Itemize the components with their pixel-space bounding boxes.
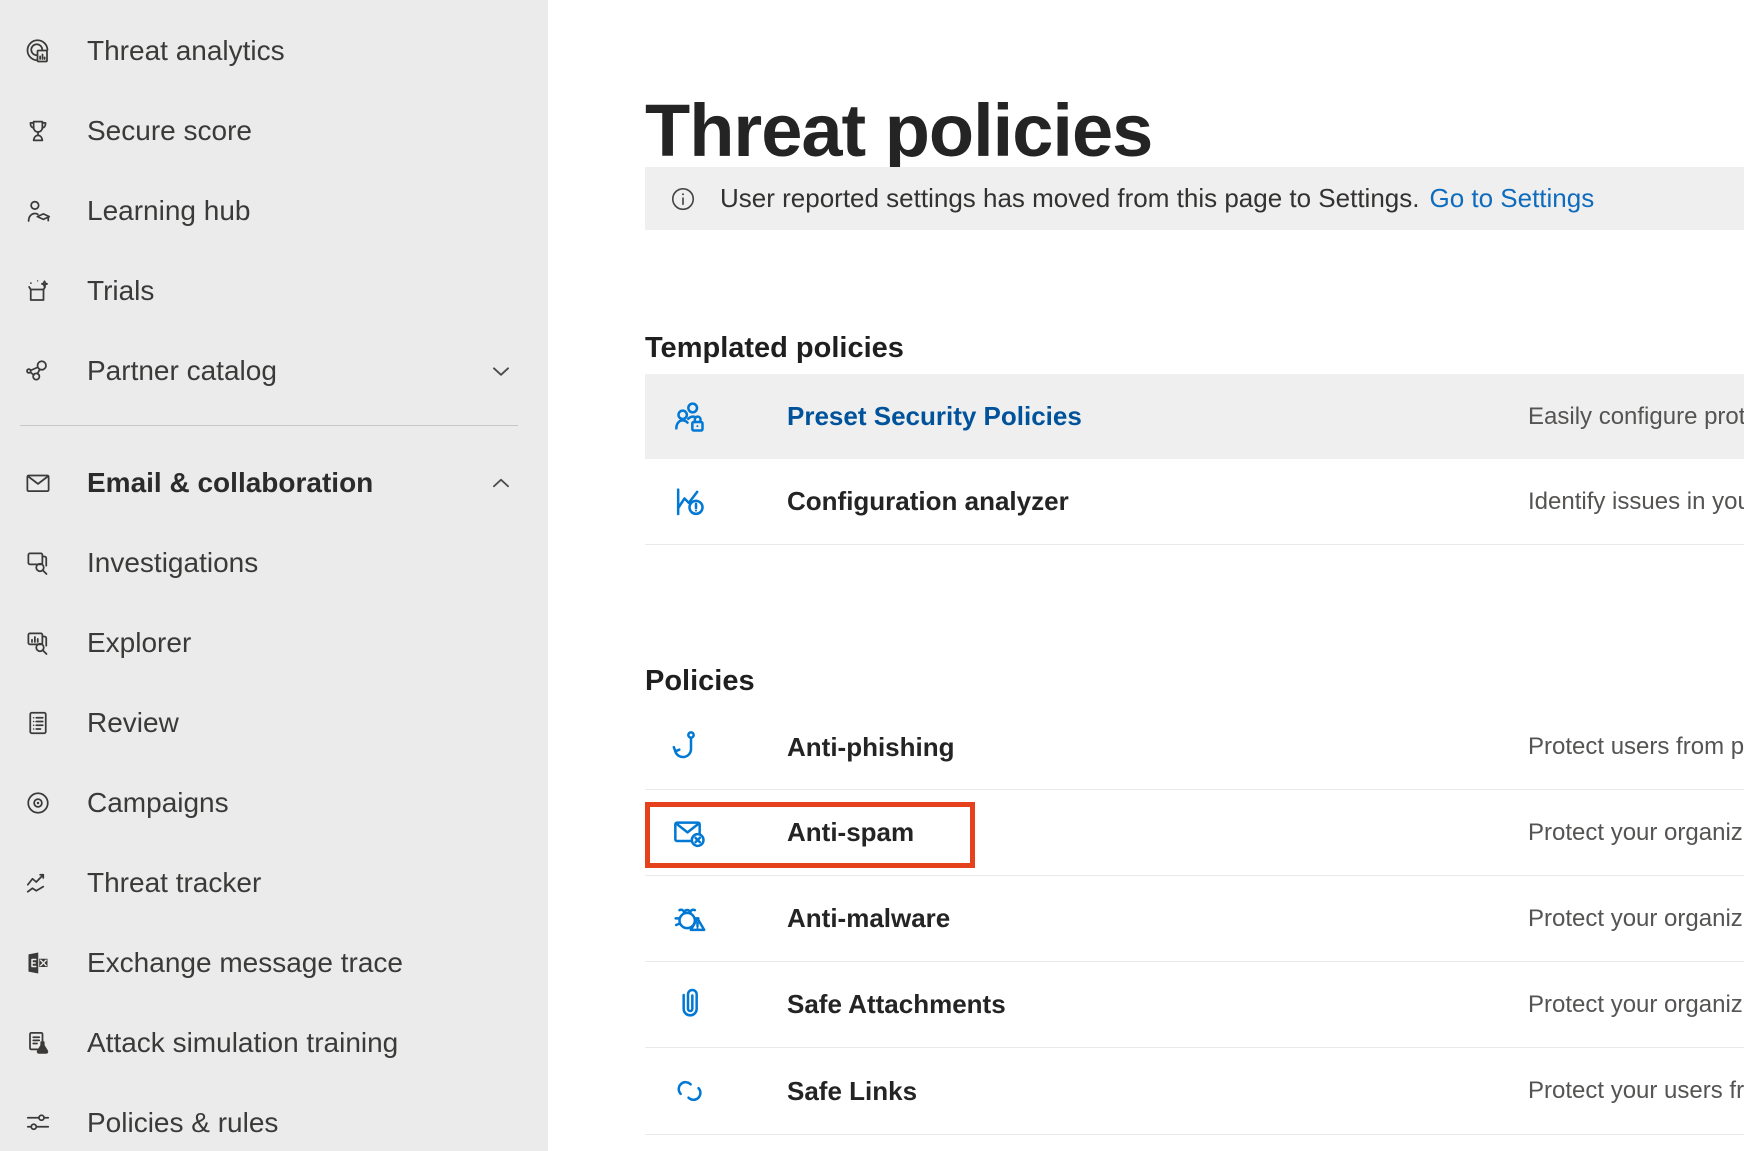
sidebar-item-secure-score[interactable]: Secure score [0, 95, 548, 167]
safe-links-icon [670, 1071, 710, 1111]
policies-rules-icon [22, 1108, 53, 1139]
trials-icon [22, 276, 53, 307]
policy-row-label: Configuration analyzer [787, 486, 1069, 517]
section-heading-templated-policies: Templated policies [645, 332, 904, 365]
sidebar-item-explorer[interactable]: Explorer [0, 607, 548, 679]
policy-row-anti-phishing[interactable]: Anti-phishing Protect users from p [645, 705, 1744, 790]
info-banner: User reported settings has moved from th… [645, 167, 1744, 230]
policy-row-label: Anti-phishing [787, 732, 955, 763]
policy-row-safe-links[interactable]: Safe Links Protect your users fr [645, 1048, 1744, 1135]
sidebar-item-label: Explorer [87, 627, 191, 659]
sidebar-item-threat-tracker[interactable]: Threat tracker [0, 847, 548, 919]
policy-row-description: Protect users from p [1528, 733, 1744, 761]
sidebar-item-label: Threat tracker [87, 867, 261, 899]
sidebar-item-policies-rules[interactable]: Policies & rules [0, 1087, 548, 1151]
sidebar-item-threat-analytics[interactable]: Threat analytics [0, 15, 548, 87]
sidebar-item-label: Attack simulation training [87, 1027, 398, 1059]
review-icon [22, 708, 53, 739]
sidebar-item-attack-simulation-training[interactable]: Attack simulation training [0, 1007, 548, 1079]
policy-row-description: Protect your users fr [1528, 1077, 1744, 1105]
policy-row-label: Safe Links [787, 1076, 917, 1107]
policy-row-preset-security-policies[interactable]: Preset Security Policies Easily configur… [645, 374, 1744, 459]
campaigns-icon [22, 788, 53, 819]
policy-row-label: Safe Attachments [787, 989, 1006, 1020]
threat-policies-page: Threat analytics Secure score [0, 0, 1744, 1151]
sidebar-item-campaigns[interactable]: Campaigns [0, 767, 548, 839]
page-title: Threat policies [645, 94, 1152, 168]
sidebar: Threat analytics Secure score [0, 0, 548, 1151]
explorer-icon [22, 628, 53, 659]
sidebar-item-label: Partner catalog [87, 355, 277, 387]
sidebar-item-investigations[interactable]: Investigations [0, 527, 548, 599]
learning-hub-icon [22, 196, 53, 227]
main-content: Threat policies User reported settings h… [548, 0, 1744, 1151]
policy-row-configuration-analyzer[interactable]: Configuration analyzer Identify issues i… [645, 459, 1744, 545]
sidebar-item-label: Email & collaboration [87, 467, 373, 499]
sidebar-item-label: Secure score [87, 115, 252, 147]
policy-row-anti-malware[interactable]: Anti-malware Protect your organiz [645, 876, 1744, 962]
configuration-analyzer-icon [670, 482, 710, 522]
section-heading-policies: Policies [645, 665, 755, 698]
threat-analytics-icon [22, 36, 53, 67]
sidebar-item-label: Exchange message trace [87, 947, 403, 979]
sidebar-divider [20, 425, 518, 426]
email-collaboration-icon [22, 468, 53, 499]
sidebar-item-email-collaboration[interactable]: Email & collaboration [0, 447, 548, 519]
sidebar-item-learning-hub[interactable]: Learning hub [0, 175, 548, 247]
sidebar-item-trials[interactable]: Trials [0, 255, 548, 327]
policy-row-label: Anti-spam [787, 817, 914, 848]
go-to-settings-link[interactable]: Go to Settings [1429, 183, 1594, 214]
policy-row-description: Easily configure prot [1528, 403, 1744, 431]
anti-spam-icon [670, 813, 710, 853]
policy-row-safe-attachments[interactable]: Safe Attachments Protect your organiz [645, 962, 1744, 1048]
partner-catalog-icon [22, 356, 53, 387]
info-icon [668, 184, 698, 214]
banner-text: User reported settings has moved from th… [720, 183, 1419, 214]
anti-malware-icon [670, 899, 710, 939]
secure-score-icon [22, 116, 53, 147]
sidebar-item-exchange-message-trace[interactable]: Exchange message trace [0, 927, 548, 999]
policy-row-label: Anti-malware [787, 903, 950, 934]
policy-row-label: Preset Security Policies [787, 401, 1082, 432]
chevron-down-icon[interactable] [488, 358, 514, 384]
preset-security-policies-icon [670, 397, 710, 437]
policy-row-description: Identify issues in you [1528, 488, 1744, 516]
policy-row-anti-spam[interactable]: Anti-spam Protect your organiz [645, 790, 1744, 876]
sidebar-item-label: Review [87, 707, 179, 739]
sidebar-item-label: Investigations [87, 547, 258, 579]
sidebar-item-label: Threat analytics [87, 35, 285, 67]
sidebar-item-label: Campaigns [87, 787, 229, 819]
sidebar-item-label: Learning hub [87, 195, 250, 227]
sidebar-item-label: Policies & rules [87, 1107, 278, 1139]
policy-row-description: Protect your organiz [1528, 991, 1744, 1019]
chevron-up-icon[interactable] [488, 470, 514, 496]
threat-tracker-icon [22, 868, 53, 899]
sidebar-item-partner-catalog[interactable]: Partner catalog [0, 335, 548, 407]
anti-phishing-icon [670, 727, 710, 767]
policy-row-description: Protect your organiz [1528, 819, 1744, 847]
exchange-icon [22, 948, 53, 979]
attack-simulation-icon [22, 1028, 53, 1059]
investigations-icon [22, 548, 53, 579]
sidebar-item-review[interactable]: Review [0, 687, 548, 759]
safe-attachments-icon [670, 985, 710, 1025]
sidebar-item-label: Trials [87, 275, 154, 307]
policy-row-description: Protect your organiz [1528, 905, 1744, 933]
